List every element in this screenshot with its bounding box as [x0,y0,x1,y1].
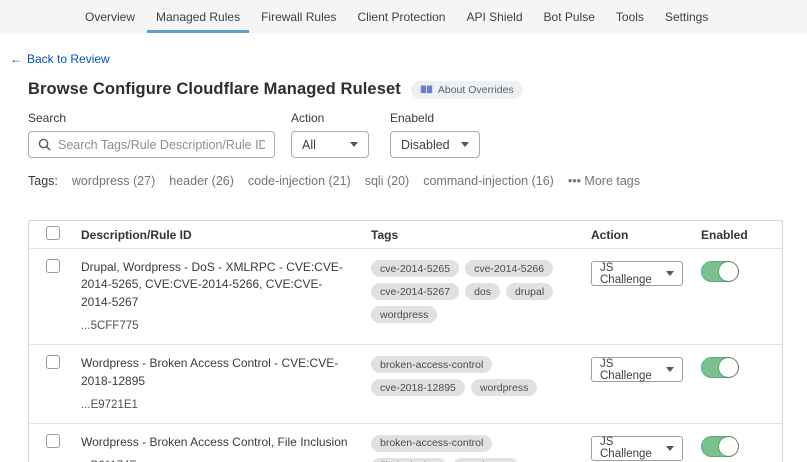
tags-bar-label: Tags: [28,174,58,188]
more-tags-link[interactable]: ••• More tags [568,174,640,188]
tag-pill: wordpress [471,379,537,396]
rule-description: Wordpress - Broken Access Control - CVE:… [81,355,353,390]
tab-settings[interactable]: Settings [665,0,708,33]
tag-pill: drupal [506,283,553,300]
action-select-value: JS Challenge [600,358,666,382]
tag-pill: broken-access-control [371,435,492,452]
toggle-knob [719,358,738,377]
tab-client-protection[interactable]: Client Protection [357,0,445,33]
column-header-action: Action [591,228,701,242]
tag-pill: broken-access-control [371,356,492,373]
filters-bar: Search Action All Enabeld Disabled [28,111,783,158]
tag-pill: wordpress [453,458,519,462]
toggle-knob [719,262,738,281]
tag-pill: cve-2014-5265 [371,260,459,277]
rule-description: Drupal, Wordpress - DoS - XMLRPC - CVE:C… [81,259,353,311]
tag-filter-link[interactable]: wordpress (27) [72,174,155,188]
action-select-value: JS Challenge [600,262,666,286]
action-select-value: JS Challenge [600,436,666,460]
rule-id: ...5CFF775 [81,320,353,332]
row-checkbox[interactable] [46,259,60,273]
tag-pill: wordpress [371,306,437,323]
tag-pill: file-inclusion [371,458,447,462]
search-input[interactable] [58,138,265,152]
table-body: Drupal, Wordpress - DoS - XMLRPC - CVE:C… [29,248,782,462]
nav-tabs: Overview Managed Rules Firewall Rules Clien… [85,0,665,33]
back-link-label: Back to Review [27,52,110,66]
chevron-down-icon [350,142,358,147]
tab-bot-pulse[interactable]: Bot Pulse [544,0,595,33]
tab-overview[interactable]: Overview [85,0,135,33]
row-checkbox[interactable] [46,355,60,369]
table-row: Wordpress - Broken Access Control, File … [29,423,782,462]
rule-tags: broken-access-control cve-2018-12895 wordp… [371,355,591,411]
main-content: Browse Configure Cloudflare Managed Rule… [28,80,783,462]
chevron-down-icon [461,142,469,147]
enabled-filter-label: Enabeld [390,111,480,125]
tag-filter-link[interactable]: header (26) [169,174,234,188]
tag-pill: cve-2014-5266 [465,260,553,277]
column-header-tags: Tags [371,228,591,242]
table-row: Wordpress - Broken Access Control - CVE:… [29,344,782,423]
table-row: Drupal, Wordpress - DoS - XMLRPC - CVE:C… [29,248,782,344]
action-filter-value: All [302,138,316,152]
book-icon [420,84,433,95]
search-label: Search [28,111,275,125]
tag-pill: dos [465,283,500,300]
row-checkbox[interactable] [46,434,60,448]
action-select[interactable]: JS Challenge [591,357,683,382]
enabled-toggle[interactable] [701,261,739,282]
about-overrides-badge[interactable]: About Overrides [411,81,523,99]
back-to-review-link[interactable]: ← Back to Review [10,52,110,66]
tags-bar: Tags: wordpress (27) header (26) code-inje… [28,174,783,188]
rule-id: ...E9721E1 [81,399,353,411]
rules-table: Description/Rule ID Tags Action Enabled … [28,220,783,462]
top-navigation: Overview Managed Rules Firewall Rules Clien… [0,0,807,33]
page-title: Browse Configure Cloudflare Managed Rule… [28,80,401,99]
rule-tags: cve-2014-5265 cve-2014-5266 cve-2014-5267 d… [371,259,591,332]
action-select[interactable]: JS Challenge [591,261,683,286]
chevron-down-icon [666,367,674,372]
column-header-description: Description/Rule ID [81,228,371,242]
chevron-down-icon [666,271,674,276]
enabled-filter-value: Disabled [401,138,450,152]
toggle-knob [719,437,738,456]
tags-list: wordpress (27) header (26) code-injection … [72,174,554,188]
tag-pill: cve-2014-5267 [371,283,459,300]
chevron-down-icon [666,446,674,451]
back-arrow-icon: ← [10,52,22,66]
enabled-toggle[interactable] [701,357,739,378]
rule-tags: broken-access-control file-inclusion wordp… [371,434,591,462]
tab-firewall-rules[interactable]: Firewall Rules [261,0,336,33]
action-filter-select[interactable]: All [291,131,369,158]
action-select[interactable]: JS Challenge [591,436,683,461]
enabled-filter-select[interactable]: Disabled [390,131,480,158]
tab-managed-rules[interactable]: Managed Rules [156,0,240,33]
rule-description: Wordpress - Broken Access Control, File … [81,434,353,451]
about-overrides-label: About Overrides [438,84,514,96]
table-header: Description/Rule ID Tags Action Enabled [29,221,782,248]
tag-filter-link[interactable]: command-injection (16) [423,174,554,188]
column-header-enabled: Enabled [701,228,782,242]
tag-filter-link[interactable]: code-injection (21) [248,174,351,188]
tag-pill: cve-2018-12895 [371,379,465,396]
tab-api-shield[interactable]: API Shield [466,0,522,33]
tag-filter-link[interactable]: sqli (20) [365,174,409,188]
tab-tools[interactable]: Tools [616,0,644,33]
search-icon [38,138,51,151]
action-filter-label: Action [291,111,369,125]
select-all-checkbox[interactable] [46,226,60,240]
search-field [28,131,275,158]
enabled-toggle[interactable] [701,436,739,457]
